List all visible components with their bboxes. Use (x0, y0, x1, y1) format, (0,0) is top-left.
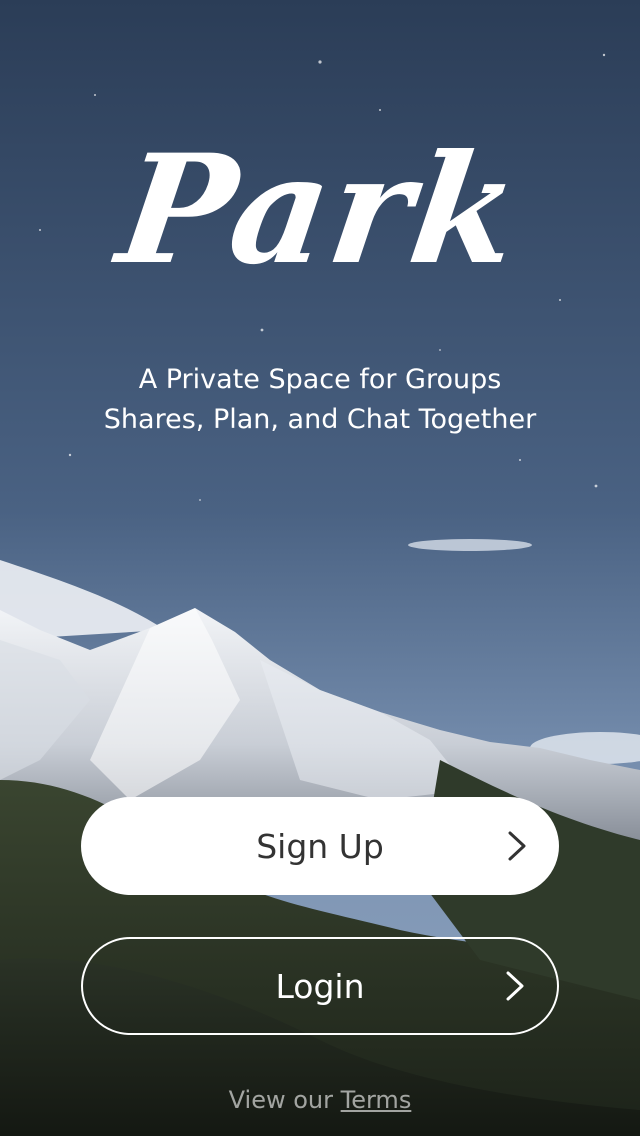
terms-prefix: View our (228, 1086, 333, 1114)
login-button-label: Login (275, 966, 365, 1006)
sign-up-button[interactable]: Sign Up (81, 797, 559, 895)
tagline-line-1: A Private Space for Groups (138, 364, 502, 395)
chevron-right-icon (508, 831, 526, 861)
tagline-line-2: Shares, Plan, and Chat Together (103, 404, 537, 435)
terms-footer: View our Terms (0, 1082, 640, 1118)
tagline: A Private Space for Groups Shares, Plan,… (0, 360, 640, 440)
sign-up-button-label: Sign Up (256, 826, 384, 866)
terms-link[interactable]: Terms (341, 1086, 412, 1114)
login-button[interactable]: Login (81, 937, 559, 1035)
app-logo: Park (109, 122, 531, 298)
chevron-right-icon (506, 971, 524, 1001)
